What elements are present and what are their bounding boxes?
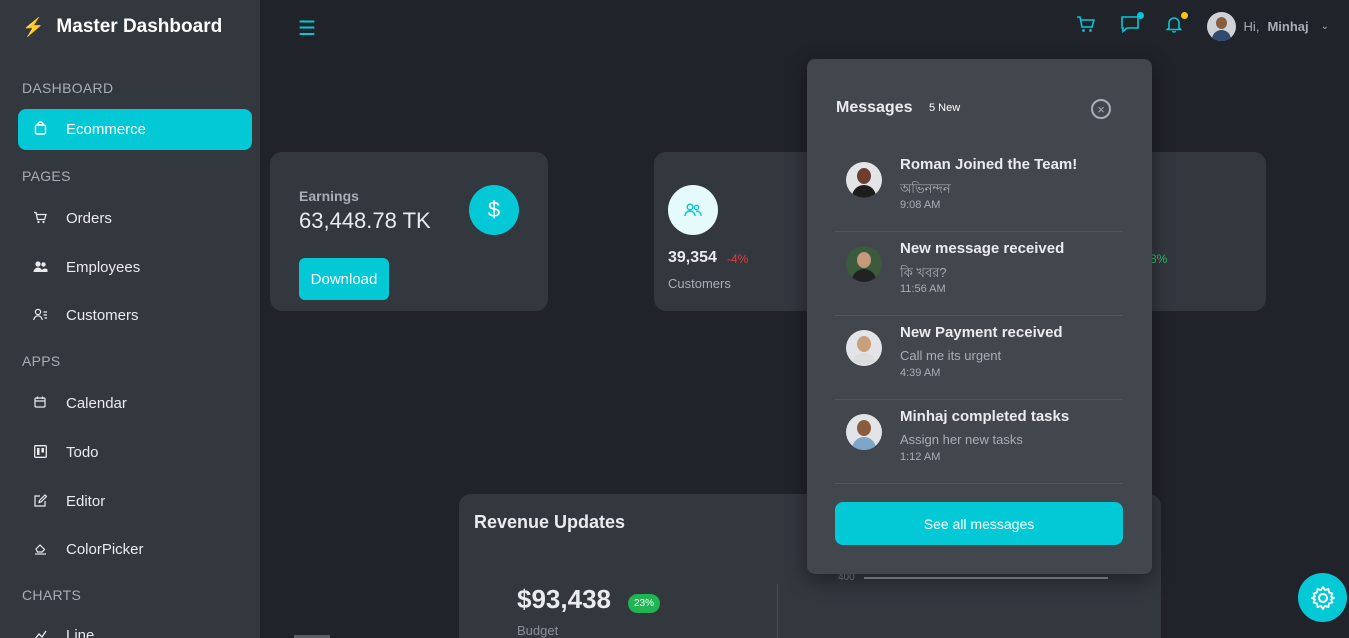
header-actions: Hi, Minhaj ⌄ xyxy=(1075,12,1329,41)
bell-icon[interactable] xyxy=(1163,12,1188,38)
message-item[interactable]: Minhaj completed tasks Assign her new ta… xyxy=(835,400,1123,484)
notification-dot xyxy=(1136,12,1144,19)
avatar xyxy=(846,330,882,366)
messages-count-badge: 5 New xyxy=(929,102,961,114)
sidebar-item-label: Line xyxy=(66,627,95,638)
messages-panel: Messages 5 New × Roman Joined the Team! … xyxy=(807,59,1152,574)
kanban-icon xyxy=(32,444,48,461)
message-title: Minhaj completed tasks xyxy=(900,408,1070,425)
sidebar: ⚡ Master Dashboard DASHBOARD Ecommerce P… xyxy=(0,0,260,638)
earnings-label: Earnings xyxy=(299,188,359,204)
message-time: 1:12 AM xyxy=(900,451,941,463)
color-picker-icon xyxy=(32,542,48,558)
line-chart-icon xyxy=(32,628,48,638)
revenue-title: Revenue Updates xyxy=(474,512,626,532)
earnings-card: Earnings 63,448.78 TK $ Download xyxy=(270,152,548,311)
sidebar-item-line[interactable]: Line xyxy=(18,615,252,638)
brand-name: Master Dashboard xyxy=(56,16,223,37)
budget-change-badge: 23% xyxy=(628,594,661,613)
messages-title: Messages xyxy=(836,99,913,116)
avatar xyxy=(846,414,882,450)
sidebar-item-employees[interactable]: Employees xyxy=(18,247,252,288)
menu-icon[interactable]: ☰ xyxy=(298,16,316,41)
sidebar-item-editor[interactable]: Editor xyxy=(18,481,252,522)
brand-logo[interactable]: ⚡ Master Dashboard xyxy=(22,16,222,38)
calendar-icon xyxy=(32,396,48,411)
lightning-icon: ⚡ xyxy=(22,16,45,37)
sidebar-item-todo[interactable]: Todo xyxy=(18,432,252,473)
message-time: 11:56 AM xyxy=(900,283,946,295)
message-text: কি খবর? xyxy=(900,265,947,280)
greeting: Hi, xyxy=(1243,19,1260,34)
avatar xyxy=(1206,12,1236,41)
sidebar-item-ecommerce[interactable]: Ecommerce xyxy=(18,109,252,150)
cart-icon[interactable] xyxy=(1075,15,1097,38)
message-item[interactable]: New Payment received Call me its urgent … xyxy=(835,316,1123,400)
employees-icon xyxy=(32,260,48,276)
sidebar-item-label: Todo xyxy=(66,444,99,461)
message-text: Assign her new tasks xyxy=(900,432,1023,447)
edit-icon xyxy=(32,493,48,510)
chevron-down-icon: ⌄ xyxy=(1320,21,1329,32)
sidebar-item-calendar[interactable]: Calendar xyxy=(18,383,252,424)
sidebar-item-label: Employees xyxy=(66,259,141,276)
chat-icon[interactable] xyxy=(1119,12,1144,38)
sidebar-item-label: Orders xyxy=(66,210,112,227)
divider xyxy=(777,584,778,638)
customers-icon xyxy=(32,308,48,324)
customers-change: -4% xyxy=(727,252,749,266)
customers-label: Customers xyxy=(668,276,731,291)
section-dashboard: DASHBOARD xyxy=(22,80,114,96)
notification-dot xyxy=(1180,12,1188,19)
section-apps: APPS xyxy=(22,353,61,369)
customers-value: 39,354 xyxy=(668,249,717,266)
stat-change: 8% xyxy=(1150,252,1168,266)
user-profile[interactable]: Hi, Minhaj ⌄ xyxy=(1206,12,1329,41)
budget-label: Budget xyxy=(517,623,559,638)
sidebar-item-colorpicker[interactable]: ColorPicker xyxy=(18,529,252,570)
avatar xyxy=(846,246,882,282)
sidebar-item-label: Ecommerce xyxy=(66,121,147,138)
message-text: Call me its urgent xyxy=(900,348,1002,363)
earnings-value: 63,448.78 TK xyxy=(299,208,431,233)
settings-gear-icon[interactable] xyxy=(1298,573,1347,622)
budget-value: $93,438 xyxy=(517,584,611,614)
message-item[interactable]: Roman Joined the Team! অভিনন্দন 9:08 AM xyxy=(835,148,1123,232)
avatar xyxy=(846,162,882,198)
sidebar-item-orders[interactable]: Orders xyxy=(18,198,252,239)
sidebar-item-label: ColorPicker xyxy=(66,541,144,558)
message-text: অভিনন্দন xyxy=(900,181,951,196)
shopping-bag-icon xyxy=(32,121,48,138)
dollar-icon: $ xyxy=(469,185,519,235)
section-pages: PAGES xyxy=(22,168,71,184)
message-item[interactable]: New message received কি খবর? 11:56 AM xyxy=(835,232,1123,316)
customers-icon xyxy=(668,185,718,235)
sidebar-item-label: Calendar xyxy=(66,395,127,412)
message-title: New Payment received xyxy=(900,324,1063,341)
see-all-messages-button[interactable]: See all messages xyxy=(835,502,1123,545)
message-title: New message received xyxy=(900,240,1065,257)
sidebar-item-label: Editor xyxy=(66,493,106,510)
close-icon[interactable]: × xyxy=(1091,99,1111,119)
message-time: 4:39 AM xyxy=(900,367,941,379)
message-title: Roman Joined the Team! xyxy=(900,156,1078,173)
sidebar-item-label: Customers xyxy=(66,307,139,324)
sidebar-item-customers[interactable]: Customers xyxy=(18,295,252,336)
download-button[interactable]: Download xyxy=(299,258,389,300)
user-name: Minhaj xyxy=(1267,19,1309,34)
message-time: 9:08 AM xyxy=(900,199,941,211)
chart-gridline xyxy=(864,577,1108,579)
cart-icon xyxy=(32,211,48,227)
section-charts: CHARTS xyxy=(22,587,82,603)
